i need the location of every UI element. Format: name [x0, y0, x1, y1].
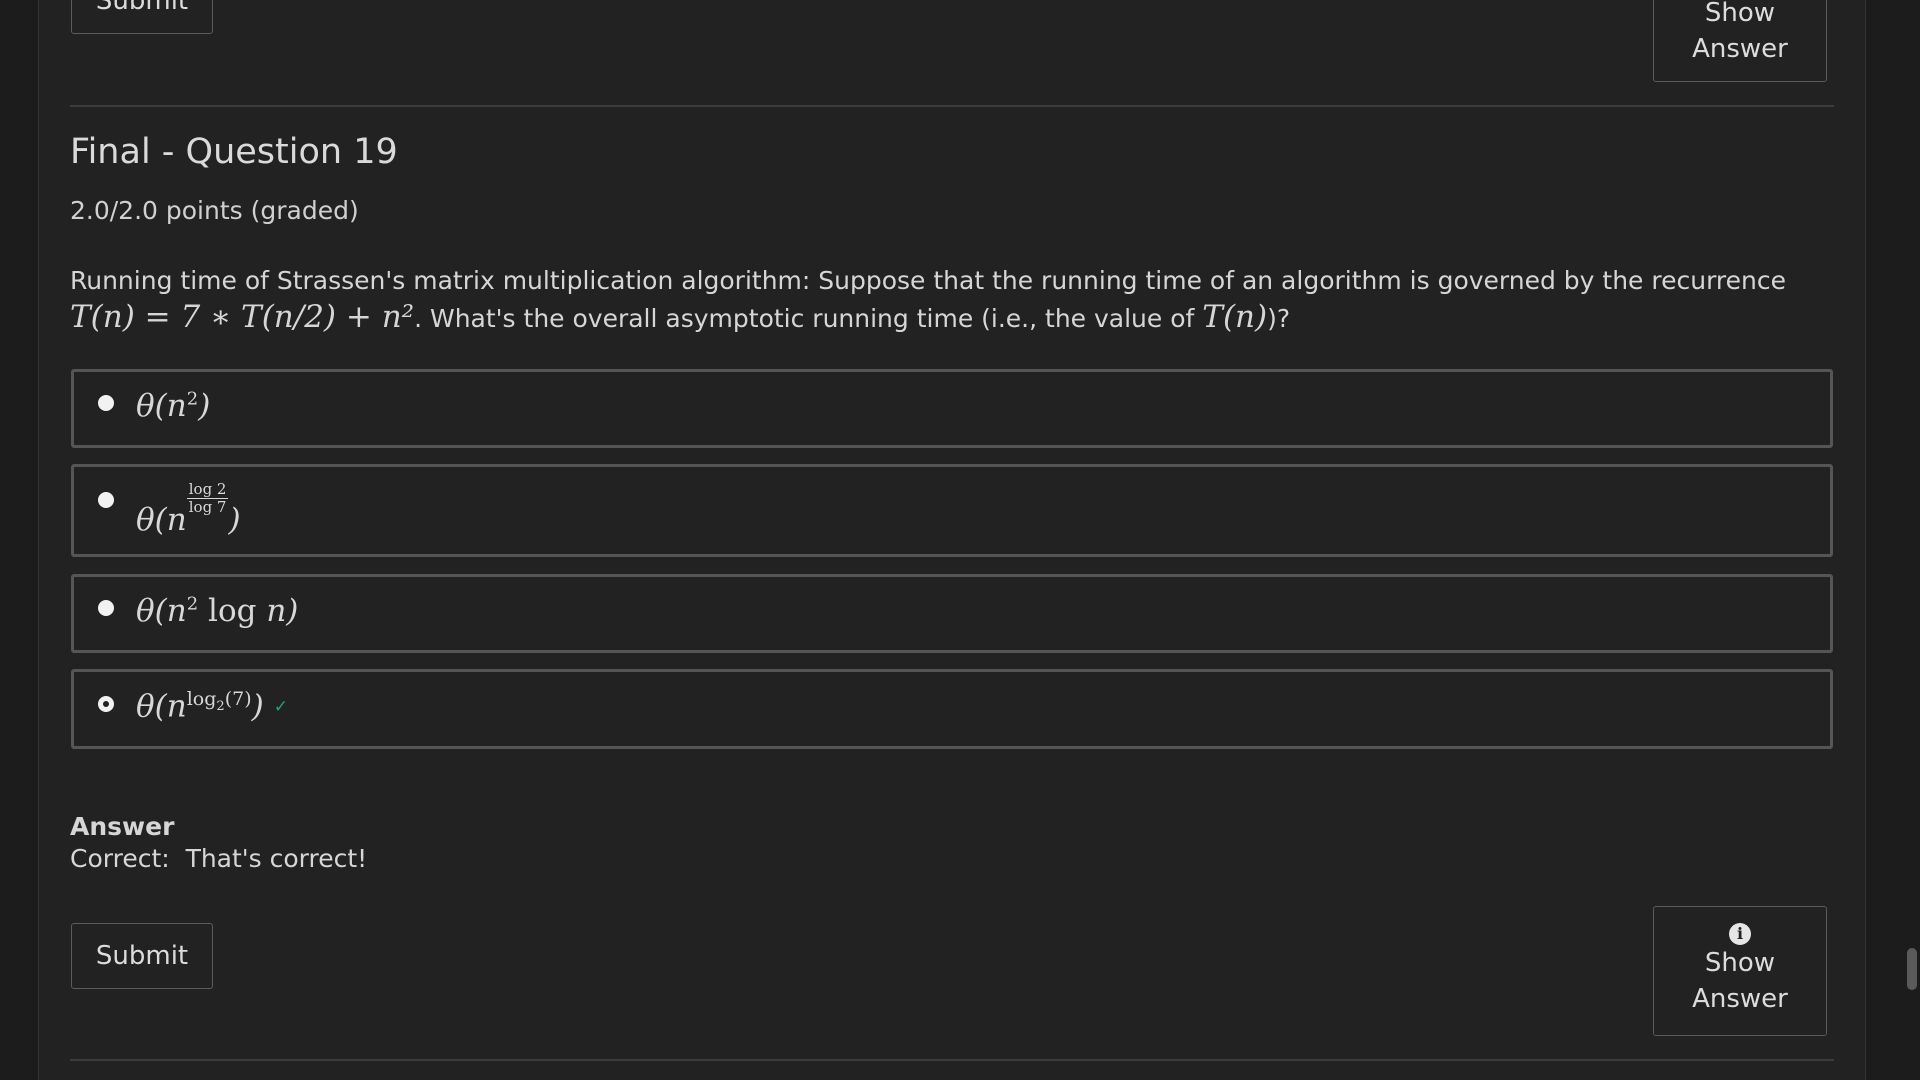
choice-label: θ(nlog2(7)) ✓ [136, 688, 288, 725]
recurrence-formula: T(n) = 7 ∗ T(n/2) + n² [70, 299, 415, 335]
show-answer-label-line1: Show [1704, 0, 1776, 28]
submit-button[interactable]: Submit [71, 923, 213, 989]
tn-formula: T(n) [1202, 299, 1268, 335]
divider [70, 105, 1834, 107]
choice-label: θ(n2 log n) [136, 593, 299, 629]
prompt-text-3: )? [1267, 304, 1291, 333]
info-icon: i [1729, 923, 1751, 945]
check-icon: ✓ [273, 697, 288, 718]
choice-label: θ(n log 2 log 7) [136, 480, 241, 539]
page: Submit Show Answer Final - Question 19 2… [0, 0, 1920, 1080]
radio-button[interactable] [98, 492, 114, 508]
show-answer-label-line1: Show [1704, 948, 1776, 978]
choice-option-2[interactable]: θ(n log 2 log 7) [71, 464, 1833, 557]
answer-feedback: Correct: That's correct! [70, 844, 368, 873]
show-answer-label-line2: Answer [1692, 34, 1788, 64]
divider [70, 1059, 1834, 1061]
previous-submit-button[interactable]: Submit [71, 0, 213, 34]
question-prompt: Running time of Strassen's matrix multip… [70, 262, 1830, 337]
choice-label: θ(n2) [136, 388, 211, 424]
question-title: Final - Question 19 [70, 132, 398, 172]
choice-option-3[interactable]: θ(n2 log n) [71, 574, 1833, 653]
radio-button[interactable] [98, 395, 114, 411]
radio-button-selected[interactable] [98, 696, 114, 712]
answer-label: Answer [70, 812, 175, 841]
show-answer-button[interactable]: i Show Answer [1653, 906, 1827, 1036]
prompt-text-2: . What's the overall asymptotic running … [414, 304, 1203, 333]
choice-option-1[interactable]: θ(n2) [71, 369, 1833, 448]
show-answer-label-line2: Answer [1692, 984, 1788, 1014]
prompt-text-1: Running time of Strassen's matrix multip… [70, 266, 1787, 295]
radio-button[interactable] [98, 600, 114, 616]
previous-show-answer-button[interactable]: Show Answer [1653, 0, 1827, 82]
question-points: 2.0/2.0 points (graded) [70, 196, 359, 225]
choice-option-4[interactable]: θ(nlog2(7)) ✓ [71, 669, 1833, 749]
scrollbar-thumb[interactable] [1907, 948, 1917, 990]
scrollbar[interactable] [1904, 0, 1920, 1080]
